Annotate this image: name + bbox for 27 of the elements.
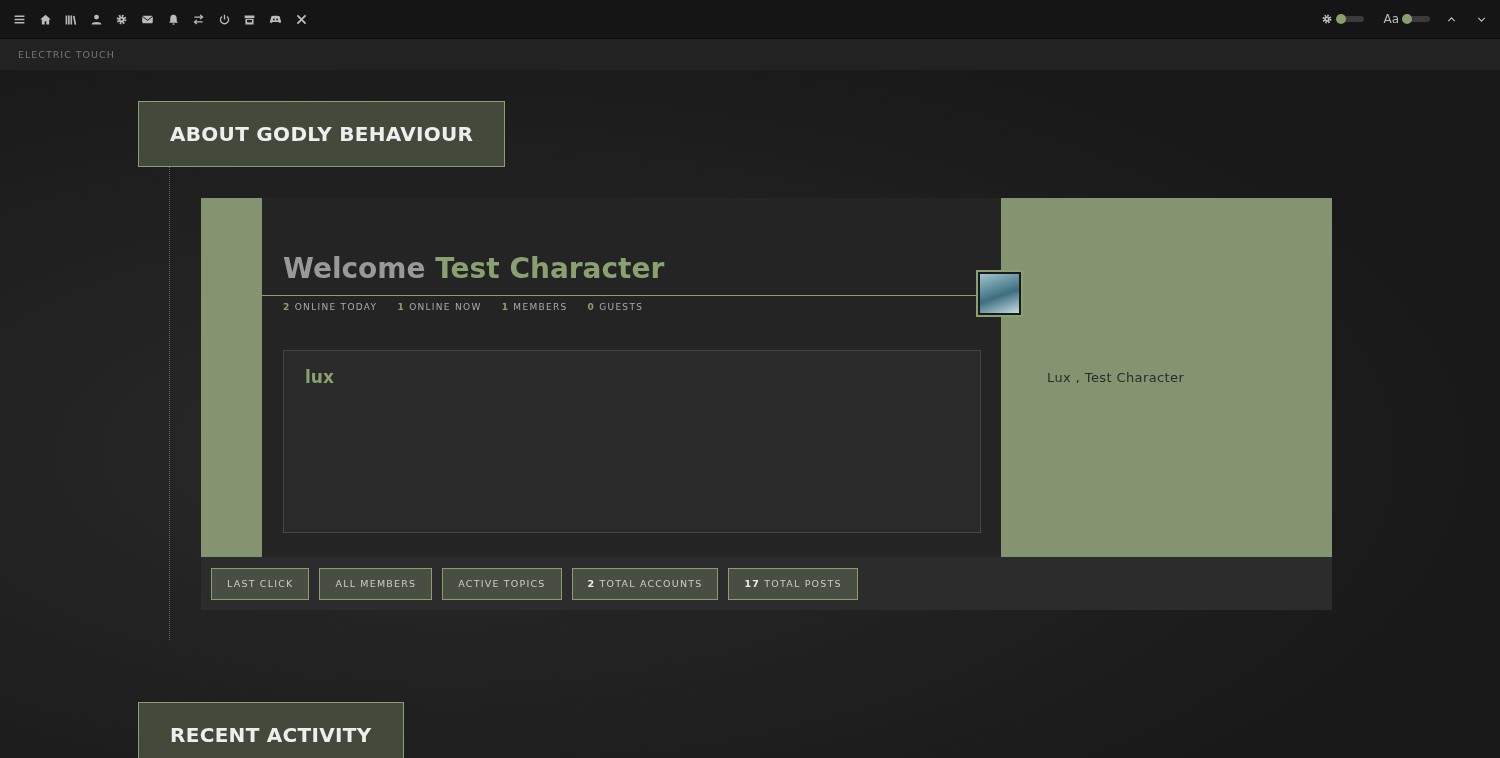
font-size-label: Aa (1383, 12, 1399, 26)
bell-icon[interactable] (166, 12, 180, 26)
stat-label: 1 ONLINE NOW (397, 302, 482, 312)
arrows-icon[interactable] (192, 12, 206, 26)
nav-button[interactable]: 17 TOTAL POSTS (728, 567, 858, 600)
nav-button[interactable]: ALL MEMBERS (319, 567, 433, 600)
site-title: ELECTRIC TOUCH (18, 49, 115, 60)
stat-label: 1 MEMBERS (501, 302, 568, 312)
stat-label: 0 GUESTS (587, 302, 644, 312)
power-icon[interactable] (217, 12, 231, 26)
section-heading: RECENT ACTIVITY (138, 702, 404, 758)
stat-label: 2 ONLINE TODAY (283, 302, 378, 312)
toggle-switch[interactable] (1338, 16, 1365, 22)
user-icon[interactable] (89, 12, 103, 26)
toggle-switch[interactable] (1404, 16, 1430, 22)
nav-button[interactable]: ACTIVE TOPICS (442, 567, 562, 600)
section-heading: ABOUT GODLY BEHAVIOUR (138, 101, 506, 167)
home-icon[interactable] (38, 12, 52, 26)
settings-icon[interactable] (1321, 13, 1334, 25)
nav-button[interactable]: 2 TOTAL ACCOUNTS (571, 567, 719, 600)
online-list: Lux , Test Character (1047, 370, 1185, 385)
books-icon[interactable] (64, 12, 78, 26)
store-icon[interactable] (243, 12, 257, 26)
nav-button[interactable]: LAST CLICK (211, 567, 310, 600)
welcome-title: Welcome Test Character (282, 254, 666, 284)
settings-icon[interactable] (115, 12, 129, 26)
panel-title: lux (305, 367, 334, 387)
